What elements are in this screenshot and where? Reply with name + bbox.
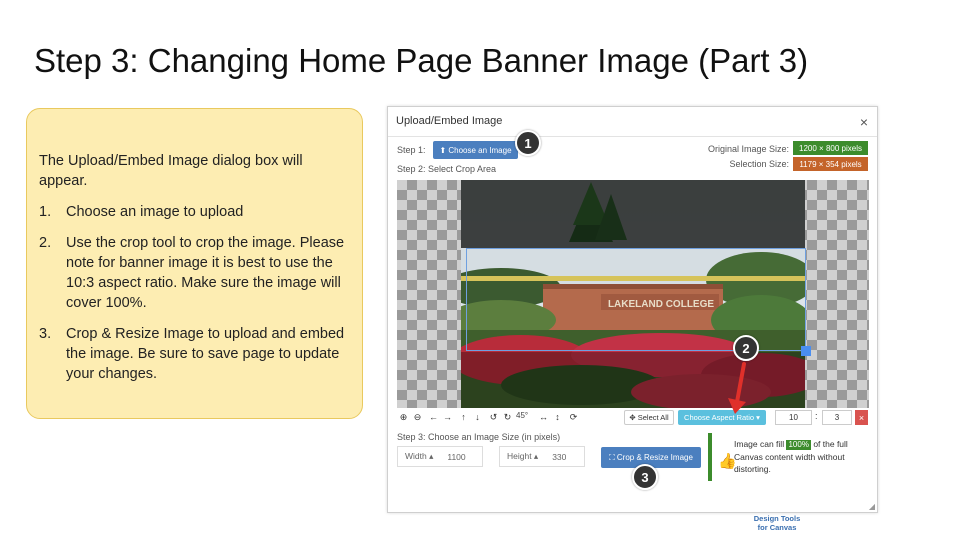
info-accent-bar	[708, 433, 712, 481]
crop-toolbar: ⊕ ⊖ ← → ↑ ↓ ↺ ↻ 45° ↔ ↕ ⟳ ✥ Select All C…	[397, 410, 869, 426]
move-left-icon[interactable]: ←	[427, 410, 440, 424]
dialog-title: Upload/Embed Image	[396, 115, 503, 127]
flip-vertical-icon[interactable]: ↕	[551, 410, 564, 424]
rotate-right-icon[interactable]: ↻	[501, 410, 514, 424]
selection-size-badge: 1179 × 354 pixels	[793, 157, 868, 171]
info-prefix: Image can fill	[734, 439, 785, 449]
instruction-number: 3.	[39, 326, 52, 342]
close-icon[interactable]: ×	[860, 114, 868, 130]
callout-marker-1: 1	[515, 130, 541, 156]
slide-title: Step 3: Changing Home Page Banner Image …	[34, 42, 809, 79]
width-field[interactable]: Width ▴ 1100	[397, 446, 483, 467]
width-label: Width ▴	[405, 451, 434, 461]
brand-line-2: for Canvas	[757, 523, 797, 532]
fill-info-message: Image can fill 100% of the full Canvas c…	[734, 438, 864, 476]
step2-label: Step 2: Select Crop Area	[397, 164, 497, 174]
instruction-number: 2.	[39, 235, 52, 251]
instruction-number: 1.	[39, 204, 52, 220]
ratio-separator: :	[815, 411, 818, 421]
zoom-out-icon[interactable]: ⊖	[411, 410, 424, 424]
step1-label: Step 1:	[397, 145, 426, 155]
move-down-icon[interactable]: ↓	[471, 410, 484, 424]
instruction-item: 3. Crop & Resize Image to upload and emb…	[39, 324, 350, 384]
height-field[interactable]: Height ▴ 330	[499, 446, 585, 467]
width-value: 1100	[447, 451, 466, 462]
choose-image-button[interactable]: ⬆ Choose an Image	[433, 141, 518, 159]
clear-ratio-button[interactable]: ×	[855, 410, 868, 425]
aspect-height-input[interactable]: 3	[822, 410, 852, 425]
selection-size-label: Selection Size:	[729, 159, 789, 169]
instruction-item: 2. Use the crop tool to crop the image. …	[39, 233, 350, 313]
dialog-header: Upload/Embed Image ×	[388, 107, 877, 137]
move-right-icon[interactable]: →	[441, 410, 454, 424]
dialog-resize-grip[interactable]: ◢	[869, 502, 875, 511]
instructions-list: 1. Choose an image to upload 2. Use the …	[39, 202, 350, 384]
callout-marker-2: 2	[733, 335, 759, 361]
original-size-label: Original Image Size:	[707, 144, 789, 154]
zoom-in-icon[interactable]: ⊕	[397, 410, 410, 424]
rotate-left-icon[interactable]: ↺	[487, 410, 500, 424]
callout-marker-3: 3	[632, 464, 658, 490]
instructions-intro: The Upload/Embed Image dialog box will a…	[39, 153, 303, 189]
step3-label: Step 3: Choose an Image Size (in pixels)	[397, 432, 561, 442]
instruction-text: Use the crop tool to crop the image. Ple…	[66, 235, 345, 311]
crop-resize-handle[interactable]	[801, 346, 811, 356]
height-label: Height ▴	[507, 451, 539, 461]
crop-canvas[interactable]: LAKELAND COLLEGE	[397, 180, 869, 408]
reset-icon[interactable]: ⟳	[567, 410, 580, 424]
brand-line-1: Design Tools	[753, 514, 801, 523]
select-all-button[interactable]: ✥ Select All	[624, 410, 674, 425]
instruction-text: Crop & Resize Image to upload and embed …	[66, 326, 345, 382]
height-value: 330	[552, 451, 567, 462]
move-up-icon[interactable]: ↑	[457, 410, 470, 424]
instruction-text: Choose an image to upload	[66, 204, 244, 220]
aspect-width-input[interactable]: 10	[775, 410, 812, 425]
flip-horizontal-icon[interactable]: ↔	[537, 410, 550, 424]
crop-selection-box[interactable]	[466, 248, 811, 356]
instructions-callout: The Upload/Embed Image dialog box will a…	[26, 108, 363, 419]
original-size-badge: 1200 × 800 pixels	[793, 141, 868, 155]
instruction-item: 1. Choose an image to upload	[39, 202, 350, 222]
rotate-45-button[interactable]: 45°	[516, 411, 528, 420]
red-arrow-icon	[728, 362, 746, 414]
upload-embed-dialog: Upload/Embed Image × Step 1: ⬆ Choose an…	[387, 106, 878, 513]
design-tools-logo: Design Tools for Canvas	[742, 514, 812, 532]
fill-percent-badge: 100%	[786, 440, 811, 450]
